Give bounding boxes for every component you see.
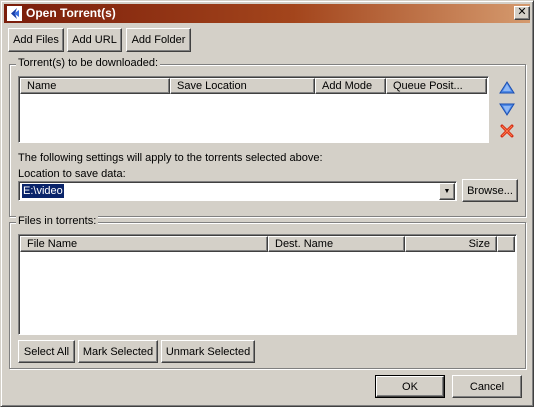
save-location-value: E:\video [22,184,64,198]
mark-selected-label: Mark Selected [82,345,154,358]
cancel-button[interactable]: Cancel [452,375,522,398]
arrow-down-icon [499,103,515,116]
browse-button[interactable]: Browse... [462,179,518,202]
save-location-combo[interactable]: E:\video ▼ [18,181,457,201]
select-all-button[interactable]: Select All [18,340,75,363]
unmark-selected-label: Unmark Selected [165,345,251,358]
combo-dropdown-button[interactable]: ▼ [439,183,455,200]
location-label: Location to save data: [18,168,126,180]
mark-selected-button[interactable]: Mark Selected [78,340,158,363]
column-header-filler [497,236,515,252]
select-all-label: Select All [23,345,70,358]
app-logo-icon [7,6,22,21]
column-header-dest-name[interactable]: Dest. Name [268,236,405,252]
close-icon: ✕ [517,6,527,18]
add-url-label: Add URL [72,34,117,46]
column-header-name[interactable]: Name [20,78,170,94]
chevron-down-icon: ▼ [443,188,451,195]
files-list[interactable]: File Name Dest. Name Size [18,234,517,335]
torrents-list-header: Name Save Location Add Mode Queue Posit.… [20,78,487,94]
add-files-label: Add Files [13,34,59,46]
torrents-group-label: Torrent(s) to be downloaded: [16,57,161,69]
remove-button[interactable] [496,120,518,142]
cancel-label: Cancel [469,380,505,393]
window-title: Open Torrent(s) [26,6,116,20]
move-down-button[interactable] [496,98,518,120]
files-list-header: File Name Dest. Name Size [20,236,515,252]
red-x-icon [500,124,514,138]
arrow-up-icon [499,81,515,94]
files-group-label: Files in torrents: [16,215,99,227]
column-header-size[interactable]: Size [405,236,497,252]
add-files-button[interactable]: Add Files [8,28,64,52]
add-url-button[interactable]: Add URL [67,28,122,52]
title-bar[interactable]: Open Torrent(s) ✕ [4,4,530,23]
settings-note: The following settings will apply to the… [18,152,323,164]
unmark-selected-button[interactable]: Unmark Selected [161,340,255,363]
column-header-add-mode[interactable]: Add Mode [315,78,386,94]
column-header-queue-position[interactable]: Queue Posit... [386,78,487,94]
close-button[interactable]: ✕ [514,6,530,20]
browse-label: Browse... [467,184,513,197]
open-torrents-dialog: Open Torrent(s) ✕ Add Files Add URL Add … [0,0,534,407]
ok-button[interactable]: OK [375,375,445,398]
column-header-save-location[interactable]: Save Location [170,78,315,94]
move-up-button[interactable] [496,77,518,99]
torrents-list[interactable]: Name Save Location Add Mode Queue Posit.… [18,76,489,143]
add-folder-button[interactable]: Add Folder [126,28,191,52]
add-folder-label: Add Folder [131,34,186,46]
column-header-file-name[interactable]: File Name [20,236,268,252]
ok-label: OK [402,380,418,393]
